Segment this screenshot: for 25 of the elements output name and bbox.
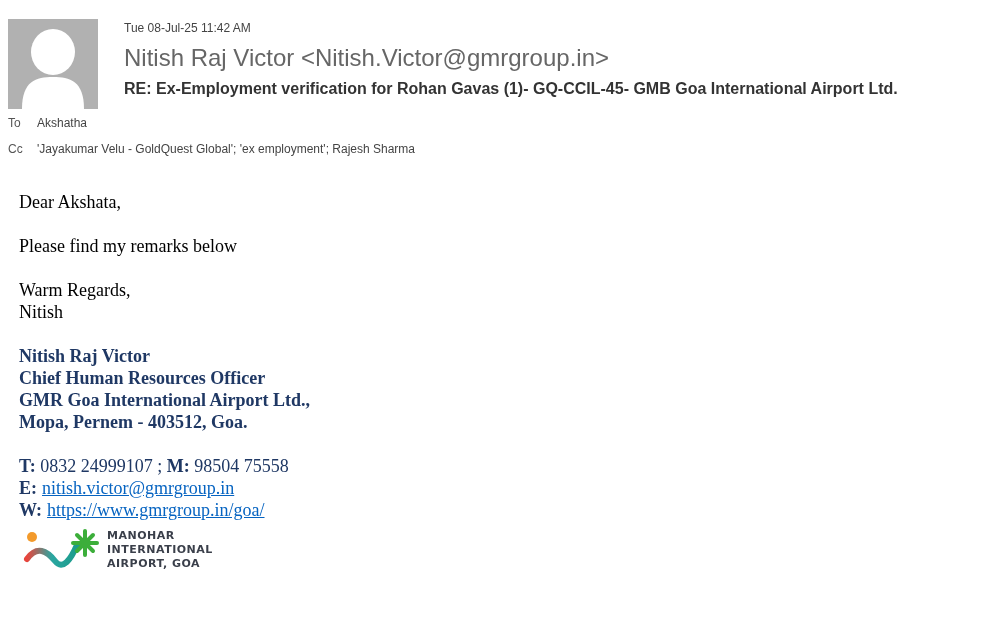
recipient-label: To bbox=[8, 115, 22, 131]
contact-link[interactable]: nitish.victor@gmrgroup.in bbox=[42, 477, 235, 499]
sent-date: Tue 08-Jul-25 11:42 AM bbox=[124, 20, 252, 37]
contact-label: E: bbox=[19, 477, 37, 499]
avatar-icon bbox=[8, 19, 98, 109]
email-subject: RE: Ex-Employment verification for Rohan Gavas (1)- GQ-CCIL-45- GMB Goa International Airport Ltd. bbox=[124, 79, 898, 99]
recipient-list: 'Jayakumar Velu - GoldQuest Global'; 'ex employment'; Rajesh Sharma bbox=[37, 141, 415, 157]
logo-text: AIRPORT, GOA bbox=[107, 557, 200, 571]
recipient-list: Akshatha bbox=[37, 115, 88, 131]
logo-text: MANOHAR bbox=[107, 529, 175, 543]
body-text: Warm Regards, bbox=[19, 279, 131, 301]
signature-line: Mopa, Pernem - 403512, Goa. bbox=[19, 411, 248, 433]
recipient-label: Cc bbox=[8, 141, 24, 157]
signature-line: GMR Goa International Airport Ltd., bbox=[19, 389, 310, 411]
body-text: Nitish bbox=[19, 301, 63, 323]
logo-icon bbox=[23, 529, 99, 571]
logo-text: INTERNATIONAL bbox=[107, 543, 213, 557]
contact-link[interactable]: https://www.gmrgroup.in/goa/ bbox=[47, 499, 265, 521]
signature-line: Chief Human Resources Officer bbox=[19, 367, 266, 389]
sender-name: Nitish Raj Victor <Nitish.Victor@gmrgroup.in> bbox=[124, 43, 610, 73]
body-text: Dear Akshata, bbox=[19, 191, 121, 213]
body-text: Please find my remarks below bbox=[19, 235, 237, 257]
signature-line: Nitish Raj Victor bbox=[19, 345, 150, 367]
contact-label: W: bbox=[19, 499, 42, 521]
phone-line: T: 0832 24999107 ; M: 98504 75558 bbox=[19, 455, 289, 477]
